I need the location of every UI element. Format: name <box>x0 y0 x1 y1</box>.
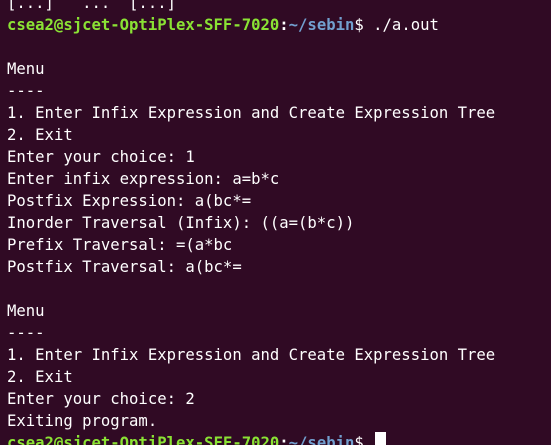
output-line: 2. Exit <box>7 368 73 386</box>
output-line: Menu <box>7 302 45 320</box>
program-output: Menu ---- 1. Enter Infix Expression and … <box>7 36 495 432</box>
prompt-separator: : <box>279 434 289 445</box>
output-line: 2. Exit <box>7 126 73 144</box>
text-cursor[interactable] <box>375 432 387 445</box>
output-line: 1. Enter Infix Expression and Create Exp… <box>7 104 496 122</box>
output-line: Exiting program. <box>7 412 158 430</box>
prompt-user-host: csea2@sjcet-OptiPlex-SFF-7020 <box>7 434 280 445</box>
terminal-content: [...] ... [...] csea2@sjcet-OptiPlex-SFF… <box>7 0 495 445</box>
prompt-line-2[interactable]: csea2@sjcet-OptiPlex-SFF-7020:~/sebin$ <box>7 432 495 445</box>
prompt-symbol: $ <box>354 434 364 445</box>
prompt-command: ./a.out <box>363 16 439 34</box>
output-line: Enter infix expression: a=b*c <box>7 170 280 188</box>
output-line: Enter your choice: 1 <box>7 148 195 166</box>
output-line: Menu <box>7 60 45 78</box>
prompt-path: ~/sebin <box>288 434 355 445</box>
output-line: Postfix Traversal: a(bc*= <box>7 258 242 276</box>
prompt-line-1: csea2@sjcet-OptiPlex-SFF-7020:~/sebin$ .… <box>7 14 495 36</box>
prompt-symbol: $ <box>354 16 364 34</box>
prompt-separator: : <box>279 16 289 34</box>
output-line: Enter your choice: 2 <box>7 390 195 408</box>
partial-top-line: [...] ... [...] <box>7 0 176 12</box>
output-line: Postfix Expression: a(bc*= <box>7 192 252 210</box>
output-line: 1. Enter Infix Expression and Create Exp… <box>7 346 496 364</box>
prompt-path: ~/sebin <box>288 16 355 34</box>
terminal-window[interactable]: [...] ... [...] csea2@sjcet-OptiPlex-SFF… <box>0 0 551 445</box>
output-line: ---- <box>7 82 45 100</box>
prompt-user-host: csea2@sjcet-OptiPlex-SFF-7020 <box>7 16 280 34</box>
prompt-command <box>364 434 373 445</box>
output-line: Prefix Traversal: =(a*bc <box>7 236 233 254</box>
output-line: ---- <box>7 324 45 342</box>
output-line: Inorder Traversal (Infix): ((a=(b*c)) <box>7 214 355 232</box>
